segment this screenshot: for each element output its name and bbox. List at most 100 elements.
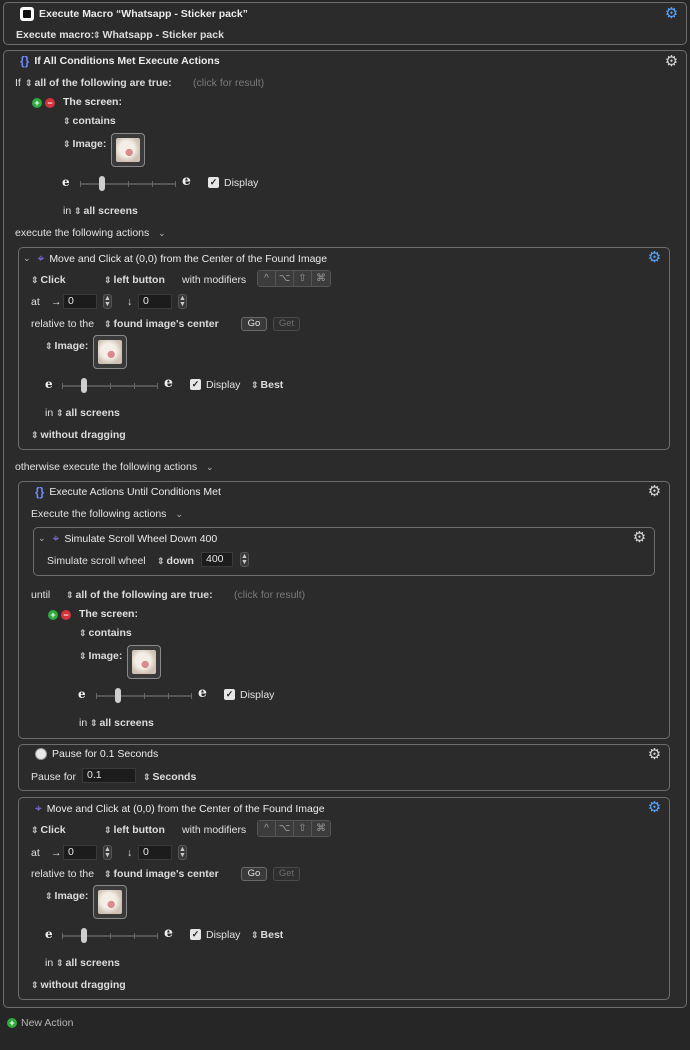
execute-actions-disclosure[interactable]: Execute the following actions ⌄: [31, 508, 185, 520]
y-offset-field[interactable]: 0: [138, 294, 172, 309]
drag-mode-select[interactable]: ⇕ without dragging: [31, 429, 126, 441]
image-select[interactable]: ⇕ Image:: [63, 138, 106, 150]
scroll-amount-stepper[interactable]: ▲ ▼: [240, 552, 249, 567]
display-checkbox[interactable]: ✓: [224, 689, 235, 700]
click-type-select[interactable]: ⇕ Click: [31, 274, 66, 286]
relative-select[interactable]: ⇕ found image's center: [104, 868, 219, 880]
gear-icon[interactable]: ⚙: [647, 747, 662, 762]
y-offset-stepper[interactable]: ▲ ▼: [178, 294, 187, 309]
relative-value: found image's center: [113, 868, 219, 880]
display-label: Display: [206, 379, 241, 391]
image-well[interactable]: [111, 133, 145, 167]
control-modifier[interactable]: ^: [258, 271, 276, 286]
scroll-amount-field[interactable]: 400: [201, 552, 233, 567]
chevron-updown-icon: ⇕: [104, 868, 112, 879]
go-button[interactable]: Go: [241, 867, 267, 881]
shift-modifier[interactable]: ⇧: [294, 821, 312, 836]
fuzz-slider[interactable]: [96, 688, 192, 703]
get-button[interactable]: Get: [273, 317, 300, 331]
chevron-updown-icon: ⇕: [74, 205, 82, 216]
modifier-keys[interactable]: ^ ⌥ ⇧ ⌘: [257, 820, 331, 837]
x-offset-stepper[interactable]: ▲ ▼: [103, 845, 112, 860]
button-select[interactable]: ⇕ left button: [104, 274, 165, 286]
display-checkbox[interactable]: ✓: [190, 929, 201, 940]
scroll-wheel-action[interactable]: ⌄ ⌖ Simulate Scroll Wheel Down 400 ⚙: [33, 527, 655, 576]
option-modifier[interactable]: ⌥: [276, 821, 294, 836]
pause-duration-field[interactable]: 0.1: [82, 768, 136, 783]
modifier-keys[interactable]: ^ ⌥ ⇧ ⌘: [257, 270, 331, 287]
image-select[interactable]: ⇕ Image:: [45, 890, 88, 902]
macro-select[interactable]: ⇕ Whatsapp - Sticker pack: [93, 29, 224, 41]
screens-select[interactable]: ⇕ all screens: [56, 407, 120, 419]
chevron-updown-icon: ⇕: [31, 429, 39, 440]
display-label: Display: [240, 689, 275, 701]
macro-icon: [20, 7, 34, 21]
image-well[interactable]: [93, 335, 127, 369]
gear-icon[interactable]: ⚙: [664, 6, 679, 21]
go-button[interactable]: Go: [241, 317, 267, 331]
y-offset-stepper[interactable]: ▲ ▼: [178, 845, 187, 860]
image-select[interactable]: ⇕ Image:: [79, 650, 122, 662]
otherwise-actions-disclosure[interactable]: otherwise execute the following actions …: [15, 461, 216, 473]
command-modifier[interactable]: ⌘: [312, 821, 330, 836]
chevron-updown-icon: ⇕: [251, 379, 259, 390]
option-modifier[interactable]: ⌥: [276, 271, 294, 286]
otherwise-label: otherwise execute the following actions: [15, 461, 198, 473]
plus-circle-icon[interactable]: +: [32, 98, 42, 108]
new-action-button[interactable]: + New Action: [7, 1017, 74, 1029]
get-button[interactable]: Get: [273, 867, 300, 881]
display-checkbox[interactable]: ✓: [208, 177, 219, 188]
screens-value: all screens: [65, 407, 120, 419]
minus-circle-icon[interactable]: −: [61, 610, 71, 620]
best-value: Best: [260, 379, 284, 391]
chevron-down-icon[interactable]: ⌄: [38, 533, 46, 544]
gear-icon[interactable]: ⚙: [664, 54, 679, 69]
control-modifier[interactable]: ^: [258, 821, 276, 836]
contains-select[interactable]: ⇕ contains: [63, 115, 116, 127]
execute-actions-disclosure[interactable]: execute the following actions ⌄: [15, 227, 168, 239]
shift-modifier[interactable]: ⇧: [294, 271, 312, 286]
chevron-updown-icon: ⇕: [63, 138, 71, 149]
contains-select[interactable]: ⇕ contains: [79, 627, 132, 639]
image-well[interactable]: [127, 645, 161, 679]
x-offset-field[interactable]: 0: [63, 845, 97, 860]
minus-circle-icon[interactable]: −: [45, 98, 55, 108]
direction-select[interactable]: ⇕ down: [157, 555, 194, 567]
drag-mode-value: without dragging: [40, 429, 126, 441]
image-well[interactable]: [93, 885, 127, 919]
image-select[interactable]: ⇕ Image:: [45, 340, 88, 352]
chevron-down-icon[interactable]: ⌄: [23, 253, 31, 264]
condition-mode-value: all of the following are true:: [34, 77, 172, 89]
screens-select[interactable]: ⇕ all screens: [74, 205, 138, 217]
execute-macro-action[interactable]: Execute Macro “Whatsapp - Sticker pack” …: [3, 2, 687, 45]
fuzz-slider[interactable]: [62, 928, 158, 943]
gear-icon[interactable]: ⚙: [647, 484, 662, 499]
button-select[interactable]: ⇕ left button: [104, 824, 165, 836]
if-label: If: [15, 77, 21, 89]
y-offset-field[interactable]: 0: [138, 845, 172, 860]
x-offset-field[interactable]: 0: [63, 294, 97, 309]
unit-select[interactable]: ⇕ Seconds: [143, 771, 196, 783]
best-select[interactable]: ⇕ Best: [251, 929, 283, 941]
fuzz-high-icon: e: [198, 685, 207, 701]
drag-mode-select[interactable]: ⇕ without dragging: [31, 979, 126, 991]
fuzz-slider[interactable]: [80, 176, 176, 191]
screens-select[interactable]: ⇕ all screens: [90, 717, 154, 729]
condition-mode-select[interactable]: ⇕ all of the following are true:: [25, 77, 172, 89]
gear-icon[interactable]: ⚙: [647, 800, 662, 815]
click-for-result[interactable]: (click for result): [234, 589, 305, 601]
gear-icon[interactable]: ⚙: [632, 530, 647, 545]
display-checkbox[interactable]: ✓: [190, 379, 201, 390]
condition-mode-select[interactable]: ⇕ all of the following are true:: [66, 589, 213, 601]
click-for-result[interactable]: (click for result): [193, 77, 264, 89]
relative-select[interactable]: ⇕ found image's center: [104, 318, 219, 330]
gear-icon[interactable]: ⚙: [647, 250, 662, 265]
best-select[interactable]: ⇕ Best: [251, 379, 283, 391]
command-modifier[interactable]: ⌘: [312, 271, 330, 286]
click-type-select[interactable]: ⇕ Click: [31, 824, 66, 836]
fuzz-slider[interactable]: [62, 378, 158, 393]
screens-select[interactable]: ⇕ all screens: [56, 957, 120, 969]
plus-circle-icon[interactable]: +: [48, 610, 58, 620]
click-type-value: Click: [40, 274, 66, 286]
x-offset-stepper[interactable]: ▲ ▼: [103, 294, 112, 309]
